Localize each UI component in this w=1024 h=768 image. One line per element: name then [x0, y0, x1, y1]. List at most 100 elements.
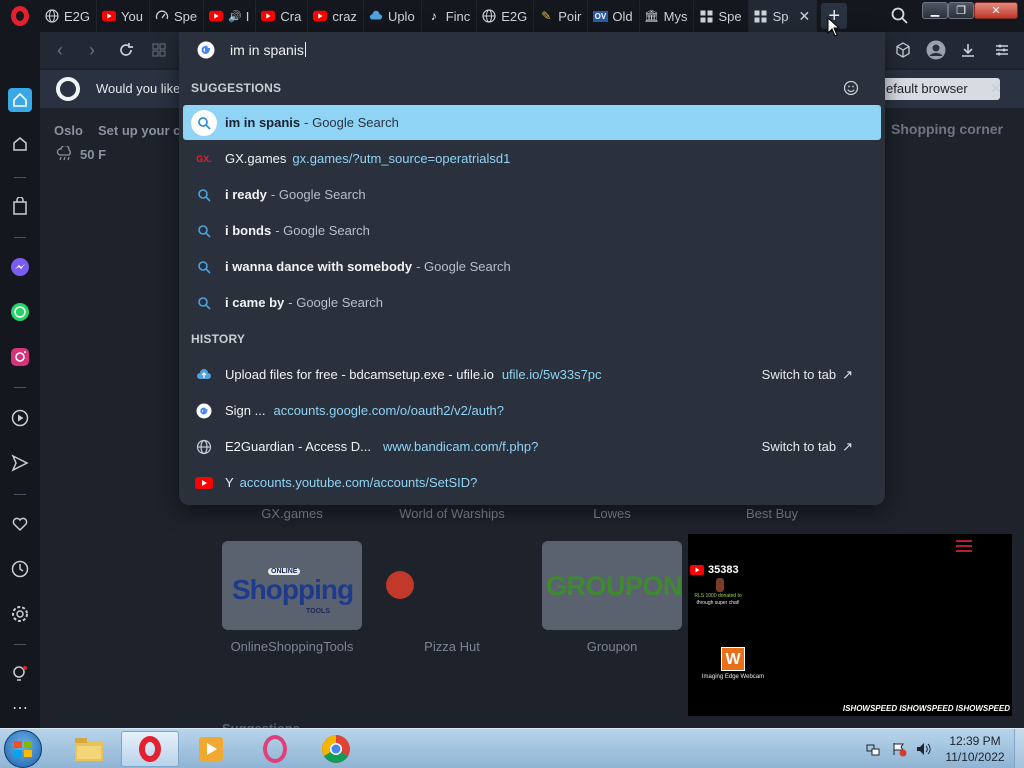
- send-icon[interactable]: [8, 451, 32, 475]
- address-query[interactable]: im in spanis: [230, 42, 306, 58]
- instagram-icon[interactable]: [8, 345, 32, 369]
- tab[interactable]: Sp ✕: [748, 0, 818, 32]
- speed-dial-label-pizza-hut[interactable]: Pizza Hut: [382, 639, 522, 654]
- setup-city-link[interactable]: Set up your ci: [98, 123, 184, 138]
- speed-dial-label-world-of-warships[interactable]: World of Warships: [382, 506, 522, 521]
- suggestion-engine: - Google Search: [416, 259, 511, 274]
- back-icon[interactable]: ‹: [50, 40, 70, 60]
- tab-label: Spe: [718, 8, 742, 24]
- volume-icon[interactable]: [915, 741, 931, 757]
- bookmarks-icon[interactable]: [8, 132, 32, 156]
- tab[interactable]: E2G: [477, 0, 535, 32]
- speed-dial-label-onlineshoppingtools[interactable]: OnlineShoppingTools: [222, 639, 362, 654]
- donation-message: RLS 1000 donated to through super chat!: [694, 593, 742, 606]
- superchat-avatar-icon: [716, 578, 724, 592]
- opera-menu-button[interactable]: [0, 0, 40, 32]
- tab-grid-icon[interactable]: [149, 40, 169, 60]
- tab[interactable]: Spe: [150, 0, 205, 32]
- suggestion-url: gx.games/?utm_source=operatrialsd1: [292, 151, 511, 166]
- smiley-icon[interactable]: [843, 80, 859, 96]
- google-icon: [197, 41, 215, 59]
- forward-icon[interactable]: ›: [82, 40, 102, 60]
- tab[interactable]: craz: [308, 0, 364, 32]
- sidebar: ⋯: [0, 32, 40, 728]
- speed-dial-tile-groupon[interactable]: GROUPON: [542, 541, 682, 630]
- speaker-icon[interactable]: 🔊: [228, 10, 242, 23]
- suggestion-row[interactable]: i wanna dance with somebody - Google Sea…: [183, 249, 881, 284]
- profile-avatar-icon[interactable]: [926, 40, 946, 60]
- speed-dial-label-groupon[interactable]: Groupon: [542, 639, 682, 654]
- suggestion-row[interactable]: im in spanis - Google Search: [183, 105, 881, 140]
- switch-to-tab-button[interactable]: Switch to tab ↗: [762, 367, 853, 383]
- tab[interactable]: E2G: [40, 0, 98, 32]
- home-icon[interactable]: [8, 88, 32, 112]
- opera-gx-taskbar-button[interactable]: [246, 731, 304, 767]
- subscriber-counter: 35383: [690, 564, 739, 576]
- media-player-taskbar-button[interactable]: [182, 731, 240, 767]
- close-window-button[interactable]: ✕: [974, 2, 1018, 19]
- close-notification-icon[interactable]: ✕: [990, 80, 1002, 97]
- suggestion-row[interactable]: i bonds - Google Search: [183, 213, 881, 248]
- cloud-upload-icon: [195, 366, 213, 384]
- sidebar-divider: [14, 644, 26, 645]
- speedometer-icon: [155, 9, 169, 23]
- maximize-button[interactable]: ❐: [948, 2, 974, 19]
- tab[interactable]: You: [97, 0, 150, 32]
- search-icon: [195, 186, 213, 204]
- pizza-hut-logo-icon[interactable]: [386, 571, 414, 599]
- history-row[interactable]: Y accounts.youtube.com/accounts/SetSID?: [183, 465, 881, 500]
- speed-dial-label-lowes[interactable]: Lowes: [542, 506, 682, 521]
- action-center-icon[interactable]: [891, 741, 907, 757]
- history-row[interactable]: E2Guardian - Access D... www.bandicam.co…: [183, 429, 881, 464]
- suggestion-row[interactable]: i ready - Google Search: [183, 177, 881, 212]
- tab[interactable]: ✎ Poir: [534, 0, 589, 32]
- file-explorer-taskbar-button[interactable]: [60, 731, 118, 767]
- suggestion-row[interactable]: GX. GX.games gx.games/?utm_source=operat…: [183, 141, 881, 176]
- easy-setup-icon[interactable]: [992, 40, 1012, 60]
- switch-to-tab-button[interactable]: Switch to tab ↗: [762, 439, 853, 455]
- suggestion-row[interactable]: i came by - Google Search: [183, 285, 881, 320]
- speed-dial-tile-onlineshoppingtools[interactable]: ONLINE Shopping TOOLS: [222, 541, 362, 630]
- history-icon[interactable]: [8, 557, 32, 581]
- system-clock[interactable]: 12:39 PM 11/10/2022: [940, 733, 1010, 765]
- tab[interactable]: OV Old: [588, 0, 640, 32]
- tab-label: Finc: [445, 8, 471, 24]
- address-input[interactable]: im in spanis: [179, 32, 885, 68]
- history-row[interactable]: Upload files for free - bdcamsetup.exe -…: [183, 357, 881, 392]
- tab[interactable]: Spe: [694, 0, 749, 32]
- messenger-icon[interactable]: [8, 255, 32, 279]
- speed-dial-label-gxgames[interactable]: GX.games: [222, 506, 362, 521]
- tab-search-icon[interactable]: [890, 6, 910, 26]
- heart-icon[interactable]: [8, 512, 32, 536]
- download-icon[interactable]: [958, 40, 978, 60]
- extensions-cube-icon[interactable]: [893, 40, 913, 60]
- shopping-bag-icon[interactable]: [8, 194, 32, 218]
- close-tab-icon[interactable]: ✕: [799, 8, 811, 25]
- weather-city[interactable]: Oslo: [54, 123, 83, 138]
- settings-icon[interactable]: [8, 602, 32, 626]
- tab[interactable]: 🔊 I: [204, 0, 257, 32]
- more-icon[interactable]: ⋯: [8, 696, 32, 720]
- reload-icon[interactable]: [116, 40, 136, 60]
- minimize-button[interactable]: ▁: [922, 2, 948, 19]
- suggestion-text: i ready: [225, 187, 267, 202]
- tab[interactable]: 🏛 Mys: [640, 0, 695, 32]
- start-button[interactable]: [4, 730, 42, 768]
- show-desktop-button[interactable]: [1014, 729, 1024, 768]
- youtube-icon: [313, 9, 328, 23]
- suggestion-engine: - Google Search: [288, 295, 383, 310]
- player-icon[interactable]: [8, 406, 32, 430]
- history-title: Sign ...: [225, 403, 266, 418]
- tab[interactable]: ♪ Finc: [422, 0, 478, 32]
- speed-dial-label-best-buy[interactable]: Best Buy: [702, 506, 842, 521]
- set-default-browser-button[interactable]: efault browser: [876, 78, 1000, 100]
- tab[interactable]: Uplo: [364, 0, 422, 32]
- tab[interactable]: Cra: [256, 0, 309, 32]
- shopping-corner-label[interactable]: Shopping corner: [891, 121, 1003, 137]
- whatsapp-icon[interactable]: [8, 300, 32, 324]
- opera-taskbar-button[interactable]: [121, 731, 179, 767]
- history-row[interactable]: Sign ... accounts.google.com/o/oauth2/v2…: [183, 393, 881, 428]
- network-icon[interactable]: [865, 741, 881, 757]
- chrome-taskbar-button[interactable]: [307, 731, 365, 767]
- lightbulb-icon[interactable]: [8, 662, 32, 686]
